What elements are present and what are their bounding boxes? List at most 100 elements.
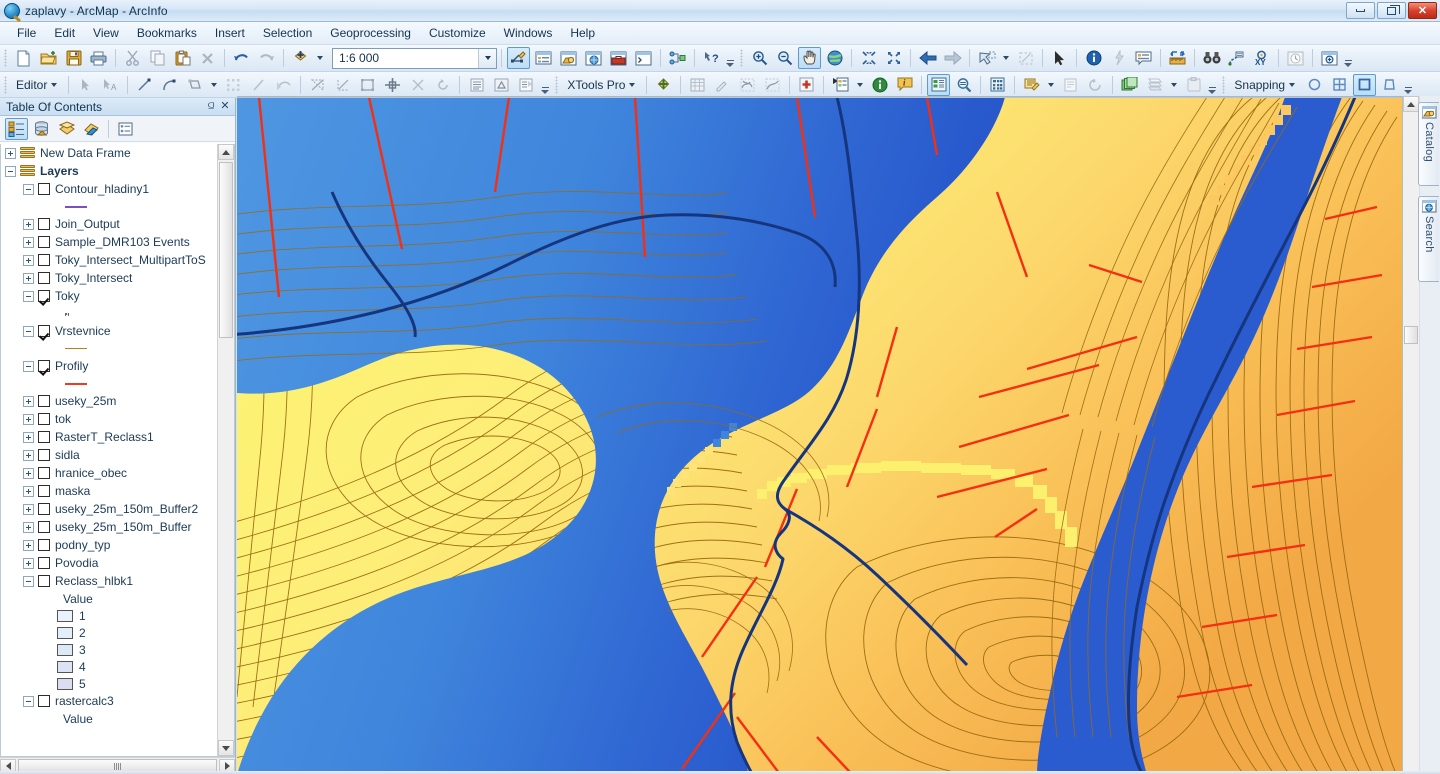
expand-plus-icon[interactable] bbox=[23, 272, 34, 284]
list-by-drawing-order-icon[interactable] bbox=[5, 117, 28, 140]
class-color-swatch[interactable] bbox=[57, 677, 73, 690]
cut-polygons-icon[interactable] bbox=[247, 74, 270, 96]
list-by-source-icon[interactable] bbox=[30, 118, 53, 140]
clip-icon[interactable] bbox=[406, 74, 429, 96]
class-color-swatch[interactable] bbox=[57, 660, 73, 673]
toolbox-icon[interactable] bbox=[607, 47, 630, 69]
layer-visibility-checkbox[interactable] bbox=[38, 395, 50, 407]
expand-plus-icon[interactable] bbox=[23, 485, 34, 497]
expand-plus-icon[interactable] bbox=[23, 503, 34, 515]
clear-selection-icon[interactable] bbox=[1014, 47, 1037, 69]
straight-segment-icon[interactable] bbox=[133, 74, 156, 96]
tools-toolbar-overflow[interactable] bbox=[1342, 47, 1354, 69]
layer-visibility-checkbox[interactable] bbox=[38, 431, 50, 443]
fixed-zoom-in-icon[interactable] bbox=[857, 47, 880, 69]
find-route-icon[interactable] bbox=[1225, 47, 1248, 69]
open-folder-icon[interactable] bbox=[37, 47, 60, 69]
undo-icon[interactable] bbox=[230, 47, 253, 69]
map-scale-dropdown-caret[interactable] bbox=[478, 48, 496, 68]
xtools-table-icon[interactable] bbox=[686, 74, 709, 96]
xtools-refresh-icon[interactable] bbox=[1084, 74, 1107, 96]
model-builder-icon[interactable] bbox=[666, 47, 689, 69]
layer-maska[interactable]: maska bbox=[1, 482, 217, 500]
collapse-minus-icon[interactable] bbox=[23, 360, 34, 372]
snapping-toolbar-grip[interactable] bbox=[1222, 75, 1226, 94]
raster-class-item[interactable]: 1 bbox=[1, 607, 217, 624]
raster-class-item[interactable]: 4 bbox=[1, 658, 217, 675]
layer-join-output[interactable]: Join_Output bbox=[1, 215, 217, 233]
layer-hranice-obec[interactable]: hranice_obec bbox=[1, 464, 217, 482]
list-by-visibility-icon[interactable] bbox=[55, 118, 78, 140]
align-icon[interactable] bbox=[381, 74, 404, 96]
raster-class-item[interactable]: 2 bbox=[1, 624, 217, 641]
edit-tool-icon[interactable] bbox=[74, 74, 97, 96]
menu-edit[interactable]: Edit bbox=[45, 23, 84, 43]
restore-button[interactable] bbox=[1377, 2, 1406, 19]
layer-toky[interactable]: Toky bbox=[1, 287, 217, 305]
edit-vertices-icon[interactable] bbox=[222, 74, 245, 96]
collapse-minus-icon[interactable] bbox=[23, 183, 34, 195]
xtools-addfield-icon[interactable] bbox=[795, 74, 818, 96]
xtools-info-yellow-icon[interactable]: i bbox=[893, 74, 916, 96]
menu-windows[interactable]: Windows bbox=[495, 23, 562, 43]
expand-plus-icon[interactable] bbox=[23, 467, 34, 479]
xtools-paste-icon[interactable] bbox=[1182, 74, 1205, 96]
select-elements-icon[interactable] bbox=[1048, 47, 1071, 69]
vertex-snapping-icon[interactable] bbox=[1328, 74, 1351, 96]
reshape-feature-icon[interactable] bbox=[272, 74, 295, 96]
layer-visibility-checkbox[interactable] bbox=[38, 575, 50, 587]
snapping-menu-caret[interactable] bbox=[1289, 82, 1296, 87]
expand-plus-icon[interactable] bbox=[23, 521, 34, 533]
xtools-stack-caret[interactable] bbox=[1171, 82, 1178, 87]
measure-icon[interactable] bbox=[1166, 47, 1189, 69]
xtools-shape2-icon[interactable] bbox=[761, 74, 784, 96]
toc-layer-tree[interactable]: New Data Frame Layers Contour_hladiny1 Join… bbox=[0, 144, 235, 757]
paste-icon[interactable] bbox=[171, 47, 194, 69]
xtools-copy-layers-icon[interactable] bbox=[1118, 74, 1141, 96]
class-color-swatch[interactable] bbox=[57, 609, 73, 622]
layer-visibility-checkbox[interactable] bbox=[38, 183, 50, 195]
xtools-inspect-icon[interactable] bbox=[952, 74, 975, 96]
standard-toolbar-overflow[interactable] bbox=[724, 47, 736, 69]
layer-visibility-checkbox[interactable] bbox=[38, 290, 50, 302]
xtools-add-icon[interactable] bbox=[652, 74, 675, 96]
xtools-pro-menu-caret[interactable] bbox=[629, 82, 636, 87]
map-scroll-up-arrow[interactable] bbox=[1403, 96, 1419, 112]
print-icon[interactable] bbox=[87, 47, 110, 69]
whats-this-icon[interactable]: ? bbox=[700, 47, 723, 69]
end-snapping-icon[interactable] bbox=[1353, 73, 1377, 96]
dock-tab-search[interactable]: Search bbox=[1418, 196, 1439, 282]
layer-rastert-reclass1[interactable]: RasterT_Reclass1 bbox=[1, 428, 217, 446]
layer-contour-hladiny1[interactable]: Contour_hladiny1 bbox=[1, 180, 217, 198]
dock-tab-catalog[interactable]: Catalog bbox=[1418, 102, 1439, 186]
toc-vertical-scrollbar[interactable] bbox=[217, 144, 234, 756]
layer-symbol-swatch[interactable] bbox=[1, 375, 217, 392]
xtools-stack-icon[interactable] bbox=[1143, 74, 1166, 96]
snapping-menu[interactable]: Snapping bbox=[1229, 76, 1302, 94]
zoom-in-icon[interactable] bbox=[748, 47, 771, 69]
go-to-xy-icon[interactable]: XY bbox=[1250, 47, 1273, 69]
expand-plus-icon[interactable] bbox=[5, 147, 16, 159]
collapse-minus-icon[interactable] bbox=[5, 165, 16, 177]
layer-tok[interactable]: tok bbox=[1, 410, 217, 428]
menu-file[interactable]: File bbox=[8, 23, 45, 43]
forward-extent-icon[interactable] bbox=[941, 47, 964, 69]
create-features-icon[interactable] bbox=[515, 74, 538, 96]
map-canvas[interactable] bbox=[237, 96, 1402, 774]
editor-menu[interactable]: Editor bbox=[11, 76, 64, 94]
menu-customize[interactable]: Customize bbox=[420, 23, 495, 43]
table-of-contents-icon[interactable] bbox=[532, 47, 555, 69]
data-frame-layers[interactable]: Layers bbox=[1, 162, 217, 180]
layer-visibility-checkbox[interactable] bbox=[38, 539, 50, 551]
expand-plus-icon[interactable] bbox=[23, 395, 34, 407]
save-icon[interactable] bbox=[62, 47, 85, 69]
xtools-shape-icon[interactable] bbox=[736, 74, 759, 96]
editor-toolbar-icon[interactable] bbox=[507, 47, 530, 69]
layer-toky-intersect[interactable]: Toky_Intersect bbox=[1, 269, 217, 287]
hyperlink-icon[interactable] bbox=[1107, 47, 1130, 69]
map-scale-combo[interactable]: 1:6 000 bbox=[332, 47, 497, 69]
editor-toolbar-grip[interactable] bbox=[4, 75, 7, 94]
delete-icon[interactable] bbox=[196, 47, 219, 69]
new-document-icon[interactable] bbox=[12, 47, 35, 69]
copy-icon[interactable] bbox=[146, 47, 169, 69]
